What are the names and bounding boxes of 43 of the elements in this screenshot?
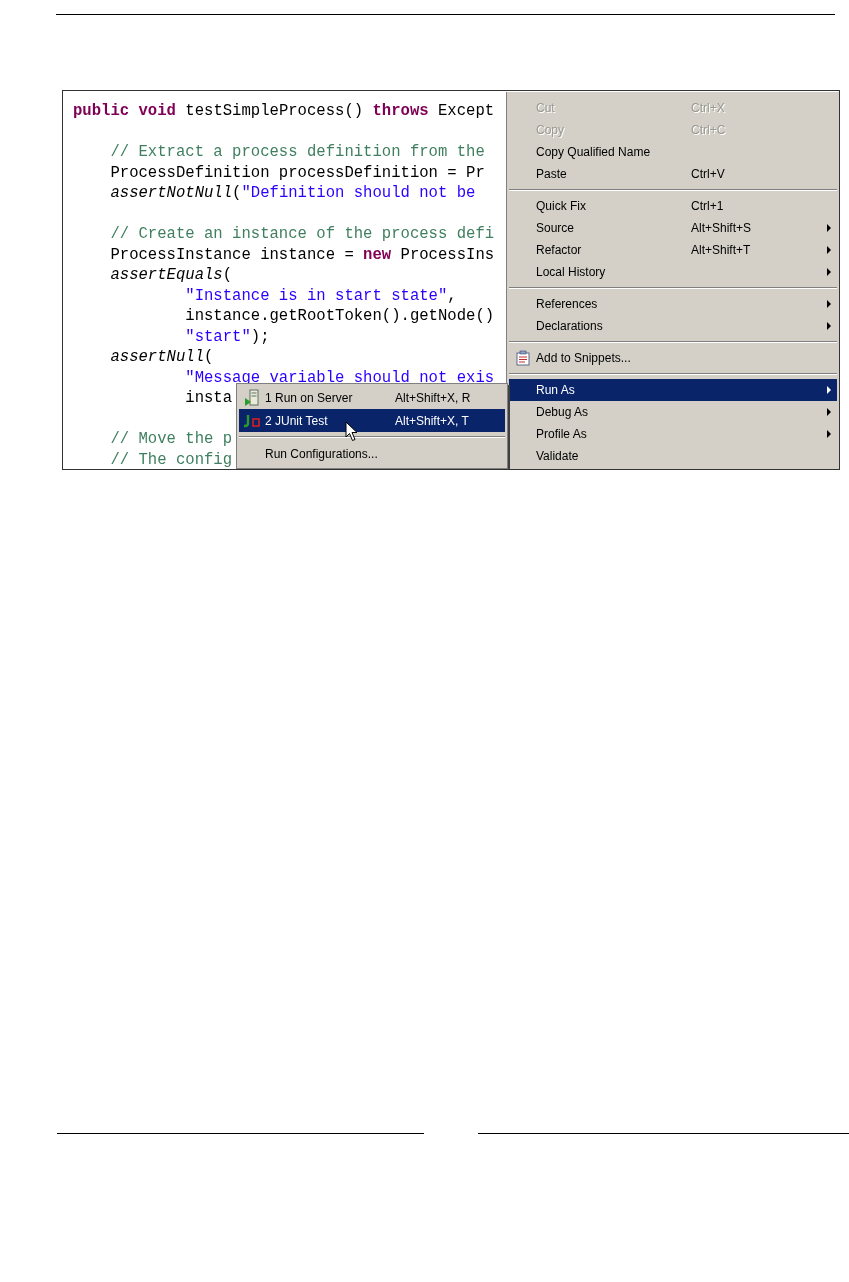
menu-item[interactable]: Copy Qualified Name <box>509 141 837 163</box>
menu-item[interactable]: Run Configurations... <box>239 442 505 465</box>
code-line: public void testSimpleProcess() throws Except <box>73 101 495 122</box>
code-line: instance.getRootToken().getNode() <box>184 306 495 327</box>
submenu-arrow-icon <box>827 224 831 232</box>
menu-item[interactable]: References <box>509 293 837 315</box>
menu-item[interactable]: Quick Fix Ctrl+1 <box>509 195 837 217</box>
menu-item[interactable]: Refactor Alt+Shift+T <box>509 239 837 261</box>
menu-item[interactable]: Declarations <box>509 315 837 337</box>
submenu-arrow-icon <box>827 246 831 254</box>
submenu-arrow-icon <box>827 322 831 330</box>
code-line: ProcessInstance instance = new ProcessIns <box>109 244 495 265</box>
menu-item[interactable]: Paste Ctrl+V <box>509 163 837 185</box>
submenu-arrow-icon <box>827 268 831 276</box>
submenu-arrow-icon <box>827 430 831 438</box>
submenu-arrow-icon <box>827 408 831 416</box>
code-line: // The config <box>109 449 233 469</box>
test-runner-icon <box>243 413 261 428</box>
submenu-arrow-icon <box>827 386 831 394</box>
mouse-pointer-icon <box>345 421 359 442</box>
clipboard-icon <box>514 350 531 366</box>
code-line: assertEquals( <box>109 265 233 286</box>
code-line: // Extract a process definition from the <box>109 142 485 163</box>
submenu-arrow-icon <box>827 300 831 308</box>
code-line: "Instance is in start state", <box>184 285 457 306</box>
code-line: assertNull( <box>109 347 214 368</box>
code-line: insta <box>184 388 233 409</box>
menu-item[interactable]: Local History <box>509 261 837 283</box>
menu-item[interactable]: 1 Run on Server Alt+Shift+X, R <box>239 386 505 409</box>
menu-item[interactable]: Debug As <box>509 401 837 423</box>
menu-item[interactable]: Profile As <box>509 423 837 445</box>
menu-item[interactable]: Source Alt+Shift+S <box>509 217 837 239</box>
server-icon <box>244 388 260 407</box>
code-line: "start"); <box>184 326 270 347</box>
code-line: // Create an instance of the process defi <box>109 224 495 245</box>
menu-item[interactable]: Validate <box>509 445 837 467</box>
menu-item[interactable]: 2 JUnit Test Alt+Shift+X, T <box>239 409 505 432</box>
menu-item[interactable]: Run As <box>509 379 837 401</box>
code-line: assertNotNull("Definition should not be <box>109 183 476 204</box>
code-line: // Move the p <box>109 429 233 450</box>
menu-item[interactable]: Add to Snippets... <box>509 347 837 369</box>
code-line: "Message variable should not exis <box>184 367 495 388</box>
code-line: ProcessDefinition processDefinition = Pr <box>109 162 485 183</box>
